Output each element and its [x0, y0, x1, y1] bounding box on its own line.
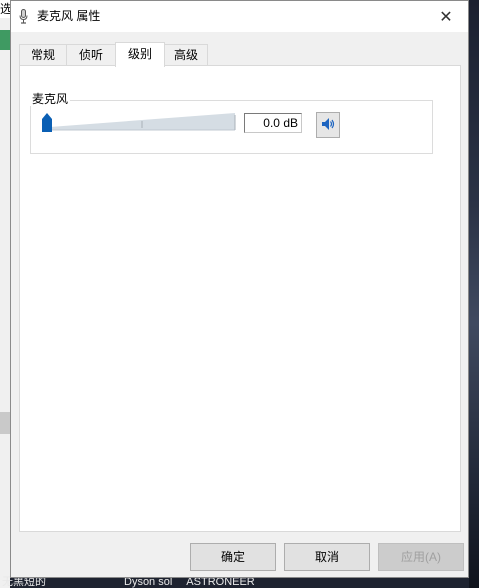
- title-bar[interactable]: 麦克风 属性 ✕: [11, 1, 468, 32]
- apply-button[interactable]: 应用(A): [378, 543, 464, 571]
- window-title: 麦克风 属性: [37, 9, 101, 23]
- group-label: 麦克风: [30, 92, 71, 106]
- background-window-left: [0, 0, 10, 588]
- microphone-properties-dialog: 麦克风 属性 ✕ 常规 侦听 级别 高级 麦克风 0.0 dB 确定 取消 应用…: [10, 0, 469, 578]
- mute-toggle-button[interactable]: [316, 112, 340, 138]
- levels-panel: 麦克风 0.0 dB: [19, 65, 461, 532]
- speaker-icon: [321, 117, 335, 134]
- level-value-field[interactable]: 0.0 dB: [244, 113, 302, 133]
- slider-thumb[interactable]: [42, 113, 52, 132]
- close-icon: ✕: [439, 8, 453, 26]
- level-slider[interactable]: [42, 113, 237, 133]
- ok-button[interactable]: 确定: [190, 543, 276, 571]
- background-window-gray-area: [0, 412, 10, 434]
- close-button[interactable]: ✕: [424, 1, 468, 32]
- tab-levels[interactable]: 级别: [115, 42, 165, 67]
- tab-advanced[interactable]: 高级: [164, 44, 208, 65]
- background-window-green-area: [0, 30, 10, 50]
- tab-listen[interactable]: 侦听: [66, 44, 116, 65]
- tab-general[interactable]: 常规: [19, 44, 67, 65]
- microphone-icon: [19, 9, 28, 24]
- cancel-button[interactable]: 取消: [284, 543, 370, 571]
- background-window-text: 选: [0, 0, 10, 18]
- background-desktop-right: [469, 0, 479, 588]
